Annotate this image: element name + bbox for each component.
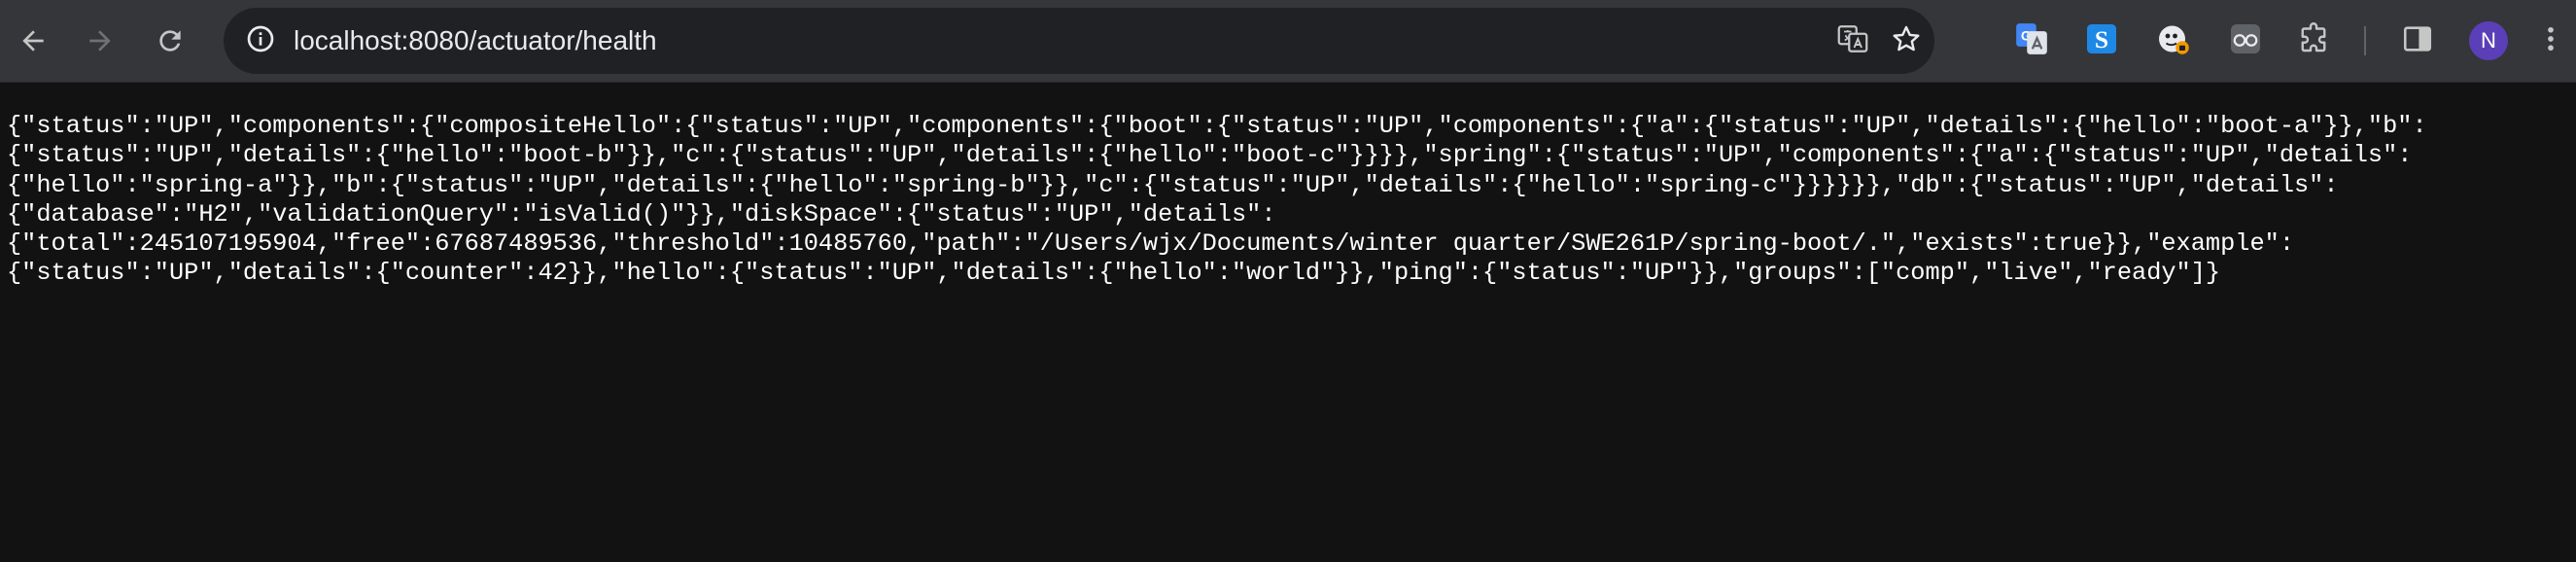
star-icon (1890, 22, 1923, 60)
arrow-left-icon (17, 25, 49, 56)
translate-icon (1835, 21, 1870, 61)
address-bar[interactable]: localhost:8080/actuator/health (224, 8, 1934, 74)
side-panel-icon (2401, 22, 2434, 60)
glasses-extension-icon (2228, 21, 2263, 61)
json-line: {"status":"UP","components":{"compositeH… (7, 112, 2427, 140)
avatar[interactable]: N (2469, 21, 2508, 60)
svg-text:S: S (2095, 25, 2108, 53)
side-panel-button[interactable] (2394, 18, 2441, 64)
reload-icon (155, 25, 186, 56)
s-extension-icon: S (2084, 21, 2119, 61)
json-line: {"status":"UP","details":{"counter":42}}… (7, 259, 2221, 288)
forward-button[interactable] (76, 17, 124, 65)
mascot-extension-button[interactable] (2150, 18, 2197, 64)
menu-button[interactable] (2527, 18, 2574, 64)
glasses-extension-button[interactable] (2222, 18, 2269, 64)
json-line: {"total":245107195904,"free":67687489536… (7, 229, 2294, 259)
info-circle-icon (245, 23, 276, 59)
site-info-button[interactable] (237, 18, 284, 64)
google-translate-extension-icon: G (2013, 20, 2050, 62)
arrow-right-icon (85, 25, 116, 56)
translate-button[interactable] (1829, 18, 1876, 64)
puzzle-extensions-icon (2296, 21, 2331, 61)
url-text[interactable]: localhost:8080/actuator/health (294, 8, 657, 74)
extensions-button[interactable] (2290, 18, 2337, 64)
s-extension-button[interactable]: S (2078, 18, 2125, 64)
toolbar-divider (2364, 26, 2366, 55)
json-line: {"status":"UP","details":{"hello":"boot-… (7, 141, 2413, 170)
reload-button[interactable] (146, 17, 194, 65)
vertical-dots-menu-icon (2534, 22, 2567, 60)
json-response-body: {"status":"UP","components":{"compositeH… (7, 112, 2573, 289)
google-translate-extension-button[interactable]: G (2008, 18, 2055, 64)
mascot-extension-icon (2156, 21, 2191, 61)
back-button[interactable] (9, 17, 57, 65)
browser-toolbar: localhost:8080/actuator/health G S N (0, 0, 2576, 83)
bookmark-button[interactable] (1883, 18, 1930, 64)
json-line: {"database":"H2","validationQuery":"isVa… (7, 199, 1276, 228)
json-line: {"hello":"spring-a"}},"b":{"status":"UP"… (7, 170, 2339, 199)
